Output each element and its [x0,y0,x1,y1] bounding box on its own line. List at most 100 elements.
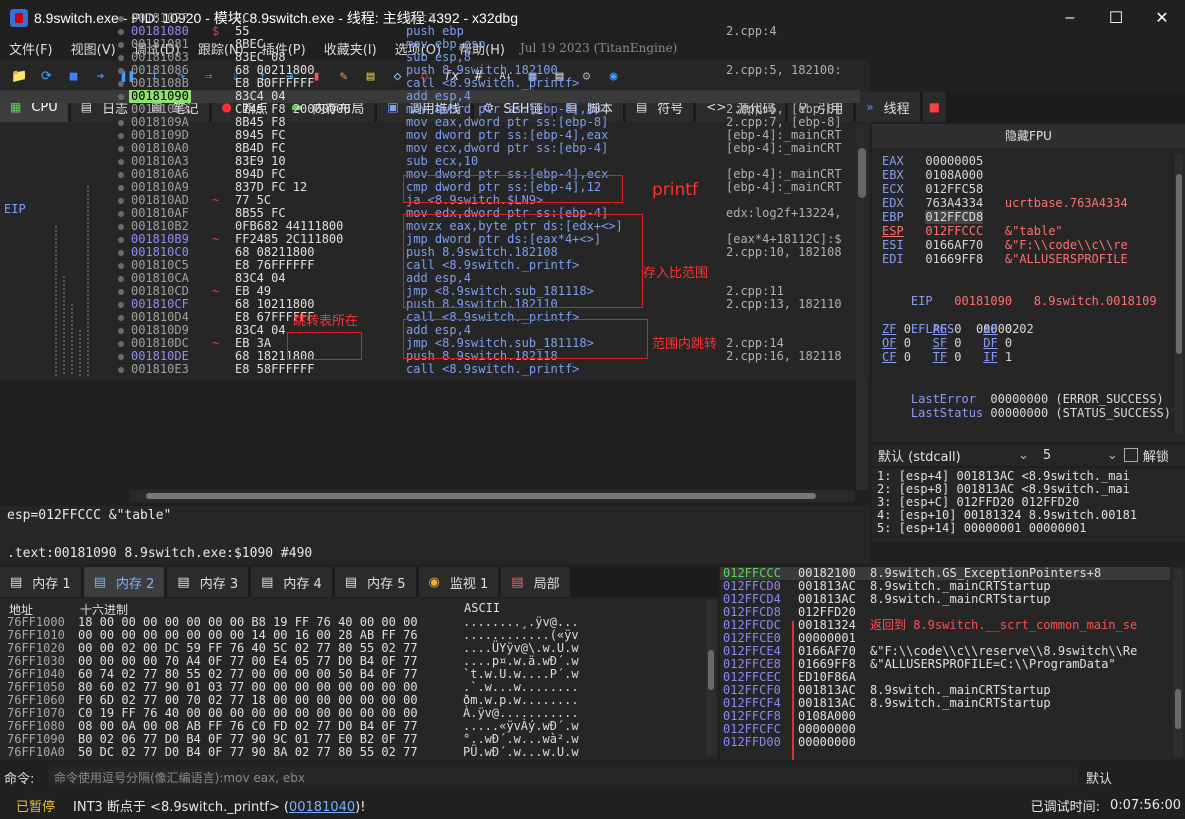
disasm-comment: 2.cpp:13, 182110 [726,297,842,311]
disasm-comment: 2.cpp:4 [726,24,777,38]
stack-address: 012FFD00 [723,735,781,749]
jump-table-box [287,332,362,360]
stack-row[interactable]: 012FFCD4 001813AC 8.9switch._mainCRTStartu… [720,593,1170,606]
disasm-horizontal-scrollbar[interactable] [130,490,855,502]
stack-row[interactable]: 012FFCE8 01669FF8 &"ALLUSERSPROFILE=C:\\Pr… [720,658,1170,671]
disasm-comment: 2.cpp:5, 182100: [726,63,842,77]
tab-more[interactable]: ■ [922,92,949,122]
tab-threads[interactable]: » 线程 [856,92,923,122]
calling-convention-bar: 默认 (stdcall) ⌄ 5 ⌄ 解锁 [872,444,1185,466]
jump-arrows [55,186,89,376]
stack-row[interactable]: 012FFCF8 0108A000 [720,710,1170,723]
dump-icon: ▤ [344,574,358,590]
stack-arg-row[interactable]: 5: [esp+14] 00000001 00000001 [877,522,1087,535]
maximize-icon[interactable]: ☐ [1093,0,1139,36]
disasm-vertical-scrollbar[interactable] [856,124,868,490]
stack-row[interactable]: 012FFCF4 001813AC 8.9switch._mainCRTStartu… [720,697,1170,710]
tab-locals[interactable]: ▤ 局部 [501,567,573,597]
stack-bracket [792,621,794,760]
command-label: 命令: [4,771,35,787]
reg-eax[interactable]: EAX 00000005 [882,154,1005,168]
disasm-marker: ~ [212,284,220,298]
disasm-comment: 2.cpp:10, 182108 [726,245,842,259]
reg-ecx[interactable]: ECX 012FFC58 [882,182,1005,196]
flags-row[interactable]: OF 0 SF 0 DF 0 [882,336,1034,350]
stack-row[interactable]: 012FFD00 00000000 [720,736,1170,749]
hide-fpu-button[interactable]: 隐藏FPU [872,124,1185,148]
info-line-1: esp=012FFCCC &"table" [7,508,172,523]
debug-time: 0:07:56:00 [1109,798,1181,813]
reg-edx[interactable]: EDX 763A4334 ucrtbase.763A4334 [882,196,1128,210]
chevron-down-icon[interactable]: ⌄ [1107,448,1118,463]
stack-view[interactable]: 012FFCCC 00182100 8.9switch.GS_ExceptionPo… [720,567,1185,760]
unlock-label: 解锁 [1142,449,1169,465]
reg-last-status[interactable]: LastStatus 00000000 (STATUS_SUCCESS) [882,392,1171,434]
stack-comment: 8.9switch._mainCRTStartup [870,592,1051,606]
store-range-annotation: 存入比范围 [643,266,709,281]
disasm-marker: $ [212,24,220,38]
regs-scrollbar[interactable] [1175,154,1183,434]
command-input[interactable]: 命令使用逗号分隔(像汇编语言):mov eax, ebx [48,767,1078,787]
chevron-down-icon[interactable]: ⌄ [1018,448,1029,463]
stack-row[interactable]: 012FFCFC 00000000 [720,723,1170,736]
close-icon[interactable]: ✕ [1139,0,1185,36]
reg-esi[interactable]: ESI 0166AF70 &"F:\\code\\c\\re [882,238,1128,252]
disasm-bytes: E8 58FFFFFF [235,362,315,376]
calling-convention-select[interactable]: 默认 (stdcall) [878,446,1018,465]
dump-scrollbar[interactable] [706,600,716,756]
dump-icon: ▤ [261,574,274,590]
tab-watch-1[interactable]: ◉ 监视 1 [418,567,502,597]
disasm-instruction: call <8.9switch._printf> [406,362,580,376]
dump-icon: ▤ [93,574,106,590]
stack-row[interactable]: 012FFCDC 00181324 返回到 8.9switch.__scrt_com… [720,619,1170,632]
stack-arguments: 1: [esp+4] 001813AC <8.9switch._mai 2: [e… [872,468,1185,542]
tab-dump-1[interactable]: ▤ 内存 1 [0,567,84,597]
disasm-marker: ~ [212,232,220,246]
eip-label: EIP [4,202,26,216]
stack-comment: 返回到 8.9switch.__scrt_common_main_se [870,618,1138,632]
disasm-comment: [ebp-4]:_mainCRT [726,180,842,194]
debug-state: 已暂停 [16,800,56,815]
stack-value: 00000000 [798,735,856,749]
unlock-checkbox[interactable] [1123,448,1138,462]
registers-view[interactable]: 隐藏FPU EAX 00000005 EBX 0108A000 ECX 012F… [872,124,1185,442]
jump-range-annotation: 范围内跳转 [652,337,718,352]
info-box: esp=012FFCCC &"table" .text:00181090 8.9… [0,506,870,564]
arg-count-select[interactable]: 5 [1037,448,1107,463]
store-range-box [403,214,643,308]
disasm-row[interactable]: 001810E3 E8 58FFFFFF call <8.9switch._prin… [0,363,860,376]
dump-address: 76FF10A0 [7,745,65,759]
dump-icon: ▤ [177,574,190,590]
disasm-comment: edx:log2f+13224, [726,206,842,220]
disasm-marker: ~ [212,336,220,350]
reg-esp[interactable]: ESP 012FFCCC &"table" [882,224,1063,238]
command-mode-select[interactable]: 默认 [1086,768,1112,787]
watch-icon: ◉ [428,574,440,590]
reg-ebx[interactable]: EBX 0108A000 [882,168,1005,182]
tab-dump-3[interactable]: ▤ 内存 3 [167,567,252,597]
status-bar: 已暂停 INT3 断点于 <8.9switch._printf> (001810… [0,792,1185,819]
jump-table-annotation: 跳转表所在 [293,314,359,329]
dump-header-ascii: ASCII [464,601,501,615]
status-address-link[interactable]: 00181040 [289,800,355,815]
reg-ebp[interactable]: EBP 012FFCD8 [882,210,1005,224]
stack-comment: 8.9switch._mainCRTStartup [870,696,1051,710]
debug-time-label: 已调试时间: [1030,800,1100,815]
memory-dump[interactable]: 地址 十六进制 ASCII 76FF1000 18 00 00 00 00 00 … [0,598,718,760]
tab-dump-4[interactable]: ▤ 内存 4 [251,567,335,597]
disasm-comment: [ebp-4]:_mainCRT [726,141,842,155]
stack-comment: &"ALLUSERSPROFILE=C:\\ProgramData" [870,657,1116,671]
dump-icon: ▤ [10,574,23,590]
tab-dump-2[interactable]: ▤ 内存 2 [83,567,168,597]
locals-icon: ▤ [511,574,524,590]
disasm-marker: ~ [212,193,220,207]
memory-tabs: ▤ 内存 1 ▤ 内存 2 ▤ 内存 3 ▤ 内存 4 ▤ 内存 5 ◉ 监视 1 ▤ 局部 [0,567,718,597]
reg-edi[interactable]: EDI 01669FF8 &"ALLUSERSPROFILE [882,252,1128,266]
flags-row[interactable]: CF 0 TF 0 IF 1 [882,350,1034,364]
stack-scrollbar[interactable] [1173,569,1183,757]
printf-call-box [403,175,623,203]
flags-row[interactable]: ZF 0 PF 0 AF 0 [882,322,1034,336]
command-placeholder: 命令使用逗号分隔(像汇编语言):mov eax, ebx [54,770,305,785]
minimize-icon[interactable]: – [1047,0,1093,36]
tab-dump-5[interactable]: ▤ 内存 5 [334,567,419,597]
